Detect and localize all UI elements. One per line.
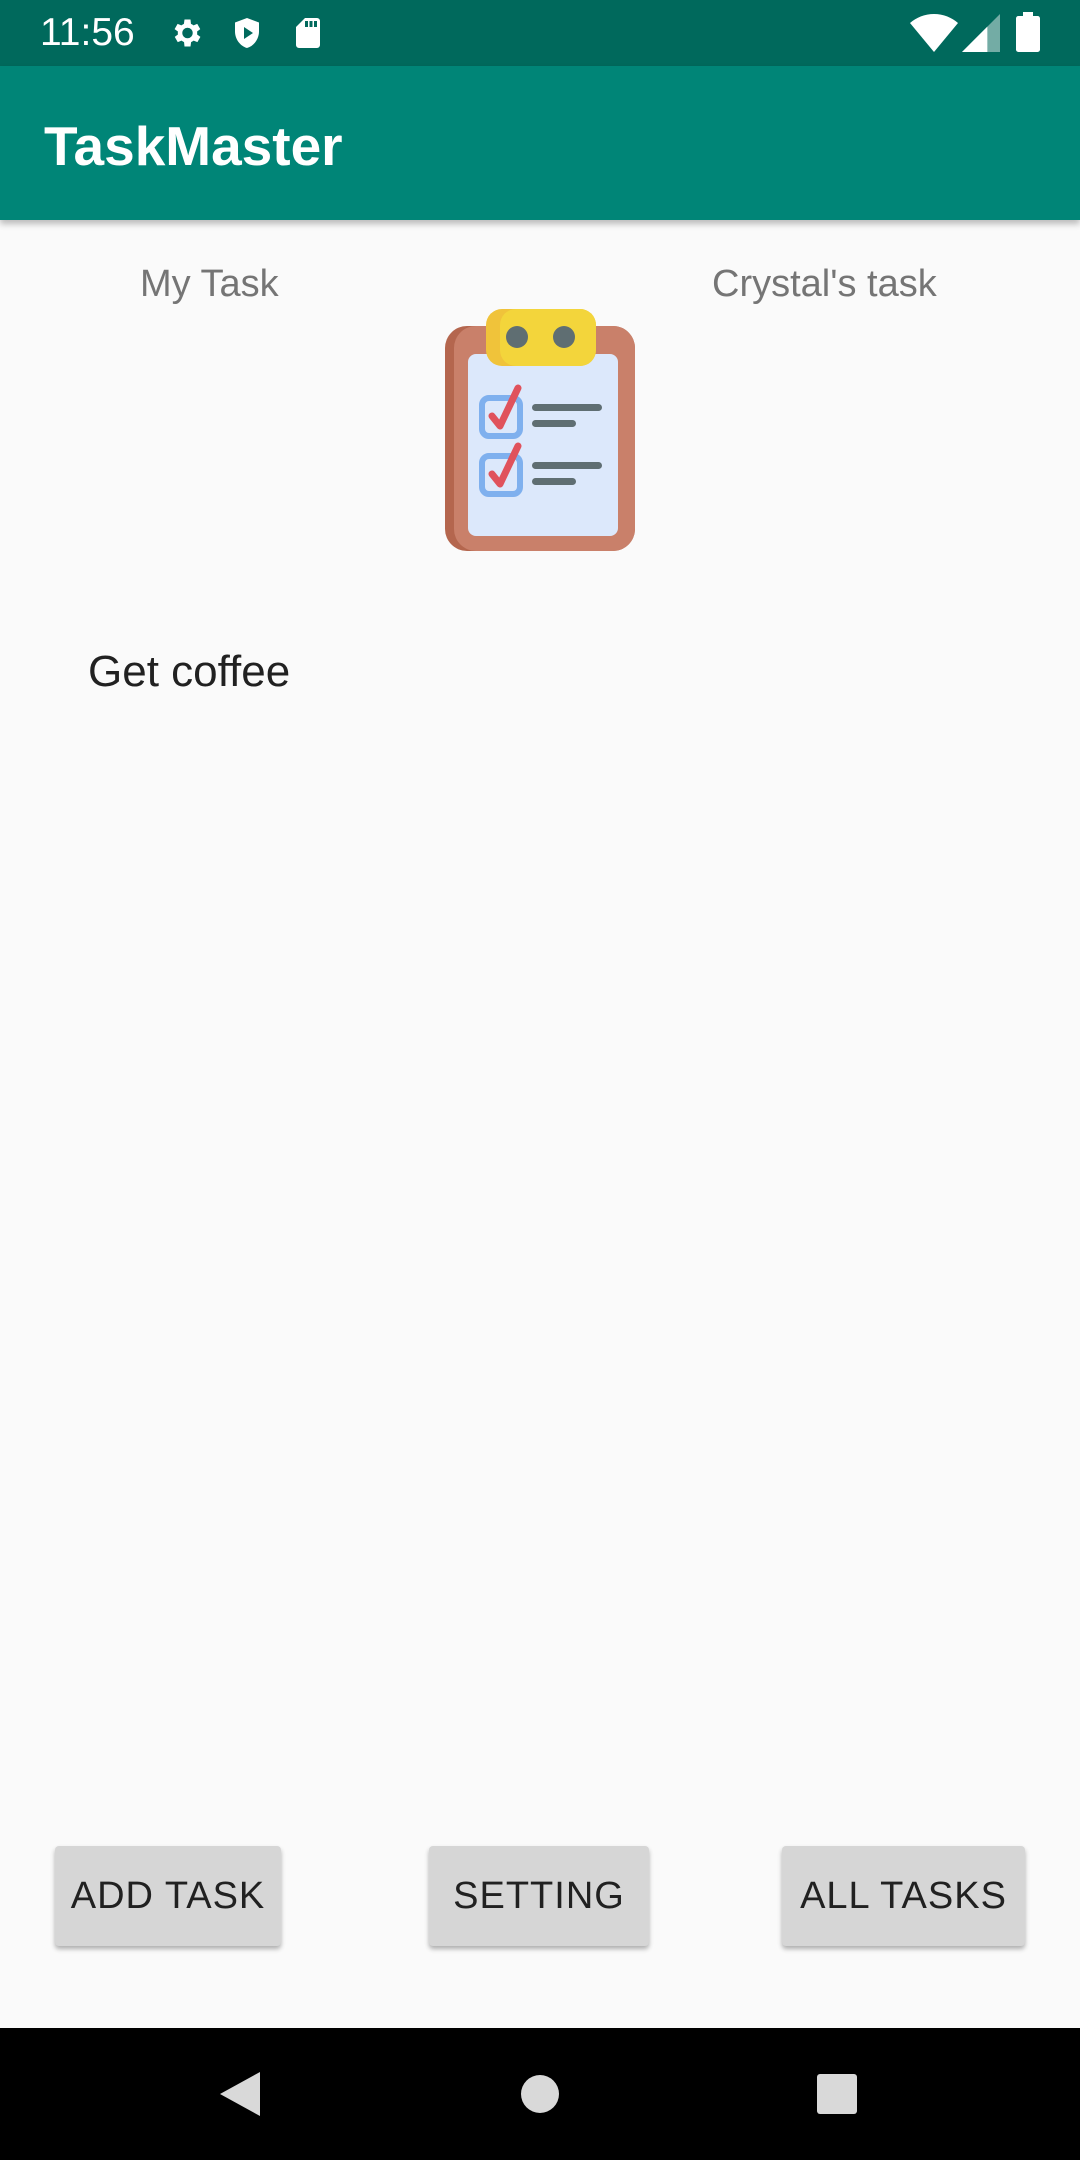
add-task-button[interactable]: ADD TASK [55,1846,281,1946]
clipboard-checklist-icon [440,306,640,556]
shield-icon [229,15,265,51]
app-title: TaskMaster [44,115,343,177]
crystals-task-link[interactable]: Crystal's task [712,258,937,310]
setting-button[interactable]: SETTING [429,1846,649,1946]
status-bar: 11:56 [0,0,1080,66]
signal-icon [962,14,1000,52]
recents-icon[interactable] [757,2028,917,2160]
my-task-link[interactable]: My Task [140,258,279,310]
back-icon[interactable] [160,2028,320,2160]
home-icon[interactable] [460,2028,620,2160]
status-time: 11:56 [40,11,135,54]
sd-card-icon [290,15,326,51]
all-tasks-button[interactable]: ALL TASKS [782,1846,1025,1946]
wifi-icon [910,14,958,52]
list-item[interactable]: Get coffee [88,644,290,700]
gear-icon [168,15,204,51]
navigation-bar [0,2028,1080,2160]
battery-icon [1016,12,1040,52]
app-bar: TaskMaster [0,66,1080,220]
